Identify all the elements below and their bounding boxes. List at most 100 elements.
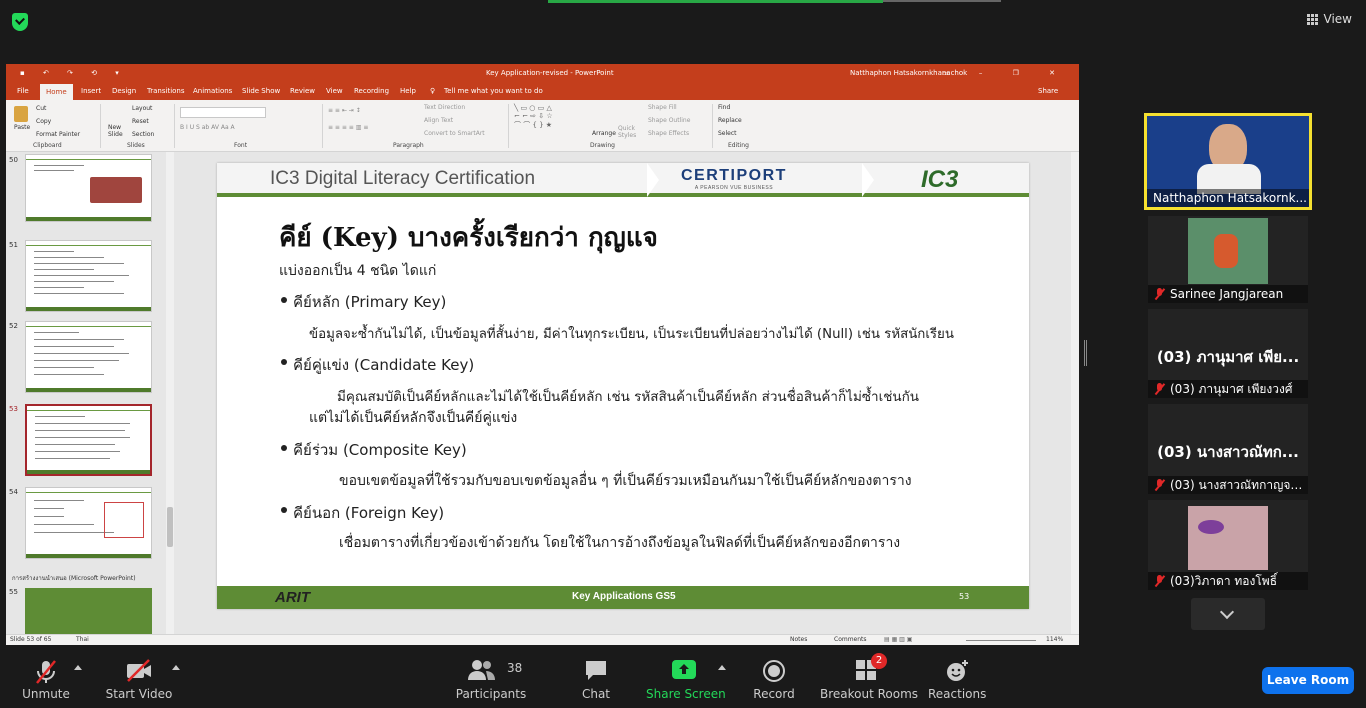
participants-label: Participants	[455, 687, 527, 701]
notes-button[interactable]: Notes	[790, 635, 807, 645]
video-tile[interactable]: (03) ภานุมาศ เพีย... (03) ภานุมาศ เพียงว…	[1148, 309, 1308, 398]
window-controls[interactable]: ▭ – ❐ ✕	[942, 64, 1069, 82]
menu-insert[interactable]: Insert	[81, 82, 101, 100]
bullet-foreign-key: คีย์นอก (Foreign Key)	[293, 504, 445, 522]
video-tile[interactable]: (03) นางสาวณัทก... (03) นางสาวณัทกาญจน์.…	[1148, 404, 1308, 494]
reactions-button[interactable]: Reactions	[928, 645, 986, 708]
menu-slideshow[interactable]: Slide Show	[242, 82, 280, 100]
slide-thumbnail-50[interactable]	[25, 154, 152, 222]
participants-button[interactable]: 38 Participants	[455, 645, 527, 708]
menu-view[interactable]: View	[326, 82, 343, 100]
unmute-button[interactable]: Unmute	[16, 645, 76, 708]
menu-help[interactable]: Help	[400, 82, 416, 100]
quick-styles-button[interactable]: Quick Styles	[618, 125, 642, 139]
shapes-gallery[interactable]: ╲ ▭ ○ ▭ △ ⌐ ⌐ ⇨ ⇩ ☆ ⌒ ⌒ { } ★	[514, 104, 553, 130]
slide-thumbnail-55[interactable]	[25, 588, 152, 634]
paste-icon	[14, 106, 28, 122]
video-tile[interactable]: Sarinee Jangjarean	[1148, 216, 1308, 303]
record-button[interactable]: Record	[750, 645, 798, 708]
participant-display-name: (03) ภานุมาศ เพีย...	[1156, 348, 1300, 366]
current-slide[interactable]: IC3 Digital Literacy Certification CERTI…	[217, 163, 1029, 609]
section-label[interactable]: การสร้างงานนำเสนอ (Microsoft PowerPoint)	[12, 573, 136, 583]
divider	[100, 104, 101, 148]
zoom-level[interactable]: 114%	[1046, 635, 1063, 645]
copy-button[interactable]: Copy	[36, 118, 51, 125]
start-video-button[interactable]: Start Video	[104, 645, 174, 708]
comments-button[interactable]: Comments	[834, 635, 867, 645]
language[interactable]: Thai	[76, 635, 89, 645]
share-screen-button[interactable]: Share Screen	[646, 645, 726, 708]
shape-effects-button[interactable]: Shape Effects	[648, 130, 689, 137]
format-painter-button[interactable]: Format Painter	[36, 131, 80, 138]
new-slide-button[interactable]: New Slide	[108, 124, 130, 138]
thumbnail-scrollbar[interactable]	[166, 152, 174, 634]
find-button[interactable]: Find	[718, 104, 730, 111]
view-button[interactable]: View	[1306, 12, 1352, 26]
menu-recording[interactable]: Recording	[354, 82, 389, 100]
menu-transitions[interactable]: Transitions	[147, 82, 185, 100]
group-paragraph: Paragraph	[393, 142, 424, 149]
convert-smartart-button[interactable]: Convert to SmartArt	[424, 130, 485, 137]
slide-thumbnail-53[interactable]	[25, 404, 152, 476]
thumb-number: 52	[9, 322, 18, 330]
font-name-box[interactable]	[180, 107, 266, 118]
align-buttons[interactable]: ≡ ≡ ≡ ≡ ▥ ≡	[328, 124, 368, 131]
slide-thumbnail-54[interactable]	[25, 487, 152, 559]
divider	[508, 104, 509, 148]
group-drawing: Drawing	[590, 142, 615, 149]
participant-photo	[1188, 218, 1268, 284]
record-label: Record	[753, 687, 795, 701]
bullet-candidate-key: คีย์คู่แข่ง (Candidate Key)	[293, 356, 475, 374]
shape-fill-button[interactable]: Shape Fill	[648, 104, 677, 111]
header-title: IC3 Digital Literacy Certification	[270, 168, 536, 189]
select-button[interactable]: Select	[718, 130, 737, 137]
participant-name-text: (03) ภานุมาศ เพียงวงศ์	[1170, 382, 1293, 396]
list-buttons[interactable]: ≡ ≡ ⇤ ⇥ ↕	[328, 107, 361, 114]
reactions-label: Reactions	[928, 687, 987, 701]
tell-me-search[interactable]: Tell me what you want to do	[444, 82, 543, 100]
header-chevron	[862, 163, 874, 197]
scroll-thumb[interactable]	[167, 507, 173, 547]
slide-thumbnail-51[interactable]	[25, 240, 152, 312]
text-direction-button[interactable]: Text Direction	[424, 104, 465, 111]
video-tile-host[interactable]: Natthaphon Hatsakornk...	[1144, 113, 1312, 210]
participant-display-name: (03) นางสาวณัทก...	[1157, 443, 1299, 461]
certiport-subtext: A PEARSON VUE BUSINESS	[694, 185, 774, 191]
video-tile[interactable]: (03)วิภาดา ทองโพธิ์	[1148, 500, 1308, 590]
lightbulb-icon: ♀	[430, 87, 436, 95]
font-format-buttons[interactable]: B I U S ab AV Aa A	[180, 124, 235, 131]
menu-file[interactable]: File	[17, 82, 29, 100]
breakout-rooms-button[interactable]: 2 Breakout Rooms	[820, 645, 918, 708]
paste-button[interactable]: Paste	[14, 124, 30, 131]
encryption-shield-icon[interactable]	[12, 13, 28, 31]
scroll-down-button[interactable]	[1191, 598, 1265, 630]
slide-thumbnail-52[interactable]	[25, 321, 152, 393]
layout-button[interactable]: Layout	[132, 105, 152, 112]
share-button[interactable]: Share	[1038, 82, 1058, 100]
audio-options-caret[interactable]	[74, 665, 82, 670]
menu-design[interactable]: Design	[112, 82, 136, 100]
leave-room-button[interactable]: Leave Room	[1262, 667, 1354, 694]
align-text-button[interactable]: Align Text	[424, 117, 453, 124]
shape-outline-button[interactable]: Shape Outline	[648, 117, 690, 124]
menu-home[interactable]: Home	[40, 84, 73, 100]
section-button[interactable]: Section	[132, 131, 154, 138]
meeting-toolbar: Unmute Start Video 38 Participants Chat …	[0, 645, 1366, 708]
grid-view-icon	[1306, 13, 1318, 25]
video-options-caret[interactable]	[172, 665, 180, 670]
menu-review[interactable]: Review	[290, 82, 315, 100]
reset-button[interactable]: Reset	[132, 118, 149, 125]
slide-scrollbar[interactable]	[1071, 152, 1079, 634]
zoom-slider[interactable]	[966, 640, 1036, 641]
muted-mic-icon	[1154, 288, 1164, 300]
quick-access-icons[interactable]: ▪ ↶ ↷ ⟲ ▾	[20, 64, 127, 82]
divider	[174, 104, 175, 148]
panel-resize-handle[interactable]	[1084, 340, 1087, 366]
slide-title: คีย์ (Key) บางครั้งเรียกว่า กุญแจ	[279, 223, 658, 253]
chat-button[interactable]: Chat	[572, 645, 620, 708]
view-buttons[interactable]: ▤ ▦ ▥ ▣	[884, 635, 912, 645]
menu-animations[interactable]: Animations	[193, 82, 232, 100]
replace-button[interactable]: Replace	[718, 117, 742, 124]
cut-button[interactable]: Cut	[36, 105, 46, 112]
share-options-caret[interactable]	[718, 665, 726, 670]
